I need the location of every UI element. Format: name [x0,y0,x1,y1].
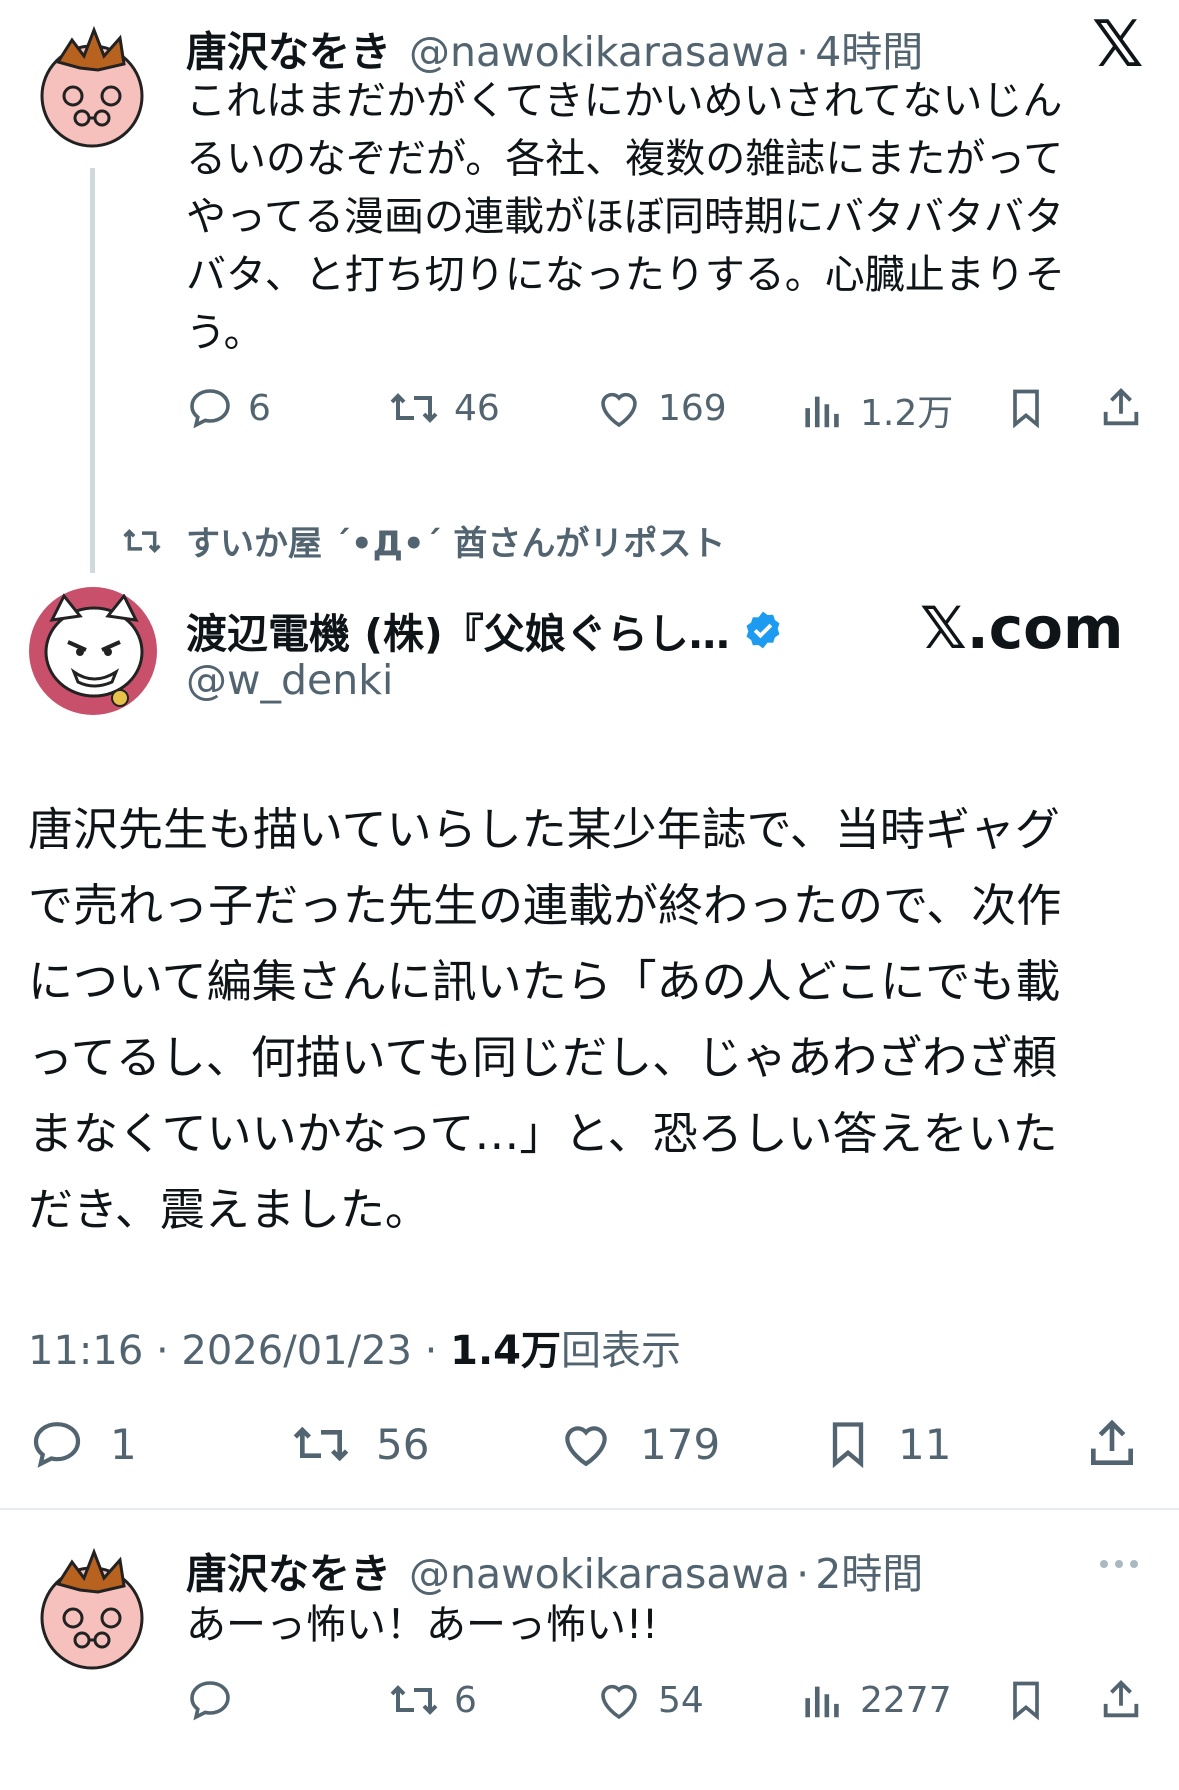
tweet2-line: 唐沢先生も描いていらした某少年誌で、当時ギャグ [28,803,1060,856]
tweet1-time[interactable]: 4時間 [815,18,923,78]
tweet2-repost-button[interactable]: 56 [290,1416,429,1472]
tweet3-views-count: 2277 [860,1679,952,1721]
heart-icon [601,1684,637,1720]
xcom-watermark: 𝕏.com [920,594,1124,662]
tweet1-reply-count: 6 [248,387,271,429]
tweet2-line: ってるし、何描いても同じだし、じゃあわざわざ頼 [28,1031,1058,1084]
tweet1-bookmark-button[interactable] [1004,384,1048,432]
verified-badge-icon [746,611,780,649]
tweet2-line: だき、震えました。 [28,1183,430,1236]
heart-icon [565,1426,607,1467]
tweet3-repost-button[interactable]: 6 [388,1676,477,1724]
tweet3-bookmark-button[interactable] [1004,1676,1048,1724]
tweet2-text: 唐沢先生も描いていらした某少年誌で、当時ギャグ で売れっ子だった先生の連載が終わ… [28,792,1158,1248]
bookmark-icon [1013,1681,1039,1721]
tweet3-views-button[interactable]: 2277 [800,1676,952,1724]
tweet3-share-button[interactable] [1098,1676,1144,1724]
tweet1-name[interactable]: 唐沢なをき [186,18,391,78]
tweet1-line: これはまだかがくてきにかいめいされてないじん [186,78,1063,124]
tweet1-views-count: 1.2万 [860,393,954,434]
avatar-karasawa[interactable] [28,22,156,150]
avatar-karasawa[interactable] [28,1544,156,1672]
tweet2-share-button[interactable] [1084,1416,1140,1472]
tweet1-text: これはまだかがくてきにかいめいされてないじん るいのなぞだが。各社、複数の雑誌に… [186,72,1146,362]
tweet2-like-count: 179 [640,1419,721,1469]
repost-notice[interactable]: すいか屋 ´•Д•´ 酋さんがリポスト [120,516,725,565]
share-icon [1091,1419,1133,1465]
tweet1-reply-button[interactable]: 6 [186,384,271,432]
tweet1-header: 唐沢なをき @nawokikarasawa · 4時間 [186,18,923,78]
x-logo-icon: 𝕏 [1092,8,1144,82]
tweet3-text: あーっ怖い！あーっ怖い!! [186,1602,659,1648]
tweet2-views-count: 1.4万 [450,1328,561,1374]
reply-icon [190,1681,230,1721]
tweet2-repost-count: 56 [376,1419,430,1469]
tweet1-views-button[interactable]: 1.2万 [800,384,953,436]
tweet2-header: 渡辺電機 (株)『父娘ぐらし… [186,600,784,660]
tweet2-name[interactable]: 渡辺電機 (株)『父娘ぐらし… [186,600,730,660]
tweet1-line: バタ、と打ち切りになったりする。心臓止まりそ [186,252,1065,298]
tweet1-separator: · [796,28,810,76]
tweet2-bookmark-button[interactable]: 11 [822,1416,951,1472]
repost-notice-text: すいか屋 ´•Д•´ 酋さんがリポスト [186,524,726,564]
repost-icon [293,1426,349,1462]
tweet1-handle[interactable]: @nawokikarasawa [409,28,790,76]
tweet2-reply-count: 1 [110,1419,137,1469]
tweet1-line: やってる漫画の連載がほぼ同時期にバタバタバタ [186,194,1064,240]
tweet3-repost-count: 6 [454,1679,477,1721]
views-chart-icon [805,1686,839,1718]
tweet1-share-button[interactable] [1098,384,1144,432]
tweet1-like-count: 169 [658,387,727,429]
tweet1-like-button[interactable]: 169 [594,384,727,432]
tweet2-like-button[interactable]: 179 [556,1416,720,1472]
tweet1-repost-button[interactable]: 46 [388,384,500,432]
tweet3-separator: · [796,1550,810,1598]
tweet1-line: るいのなぞだが。各社、複数の雑誌にまたがって [186,136,1064,182]
tweet3-name[interactable]: 唐沢なをき [186,1540,391,1600]
tweet3-like-count: 54 [658,1679,704,1721]
tweet3-reply-button[interactable] [186,1676,234,1724]
thread-line [90,168,95,573]
tweet3-handle[interactable]: @nawokikarasawa [409,1550,790,1598]
bookmark-icon [1013,389,1039,429]
tweet2-line: で売れっ子だった先生の連載が終わったので、次作 [28,879,1062,932]
reply-icon [33,1422,81,1468]
tweet3-time[interactable]: 2時間 [815,1540,923,1600]
avatar-w-denki[interactable] [28,586,158,716]
bookmark-icon [832,1422,864,1469]
tweet1-repost-count: 46 [454,387,500,429]
tweet2-reply-button[interactable]: 1 [28,1416,137,1472]
tweet3-like-button[interactable]: 54 [594,1676,704,1724]
tweet3-header: 唐沢なをき @nawokikarasawa · 2時間 [186,1540,923,1600]
share-icon [1103,388,1139,426]
tweet2-meta: 11:16 · 2026/01/23 · 1.4万回表示 [28,1318,681,1376]
share-icon [1103,1680,1139,1718]
divider [0,1508,1179,1510]
more-options-icon[interactable] [1100,1560,1138,1568]
tweet2-bookmark-count: 11 [898,1419,952,1469]
repost-icon [123,528,161,553]
tweet2-line: まなくていいかなって…」と、恐ろしい答えをいた [28,1107,1058,1160]
heart-icon [601,392,637,428]
repost-icon [390,1685,438,1715]
reply-icon [190,389,230,429]
tweet1-line: う。 [186,310,264,356]
tweet2-timestamp[interactable]: 11:16 · 2026/01/23 · [28,1328,450,1374]
tweet2-handle[interactable]: @w_denki [186,656,393,704]
tweet2-views-label: 回表示 [560,1328,681,1374]
views-chart-icon [805,396,839,428]
tweet2-line: について編集さんに訊いたら「あの人どこにでも載 [28,955,1061,1008]
repost-icon [390,393,438,423]
